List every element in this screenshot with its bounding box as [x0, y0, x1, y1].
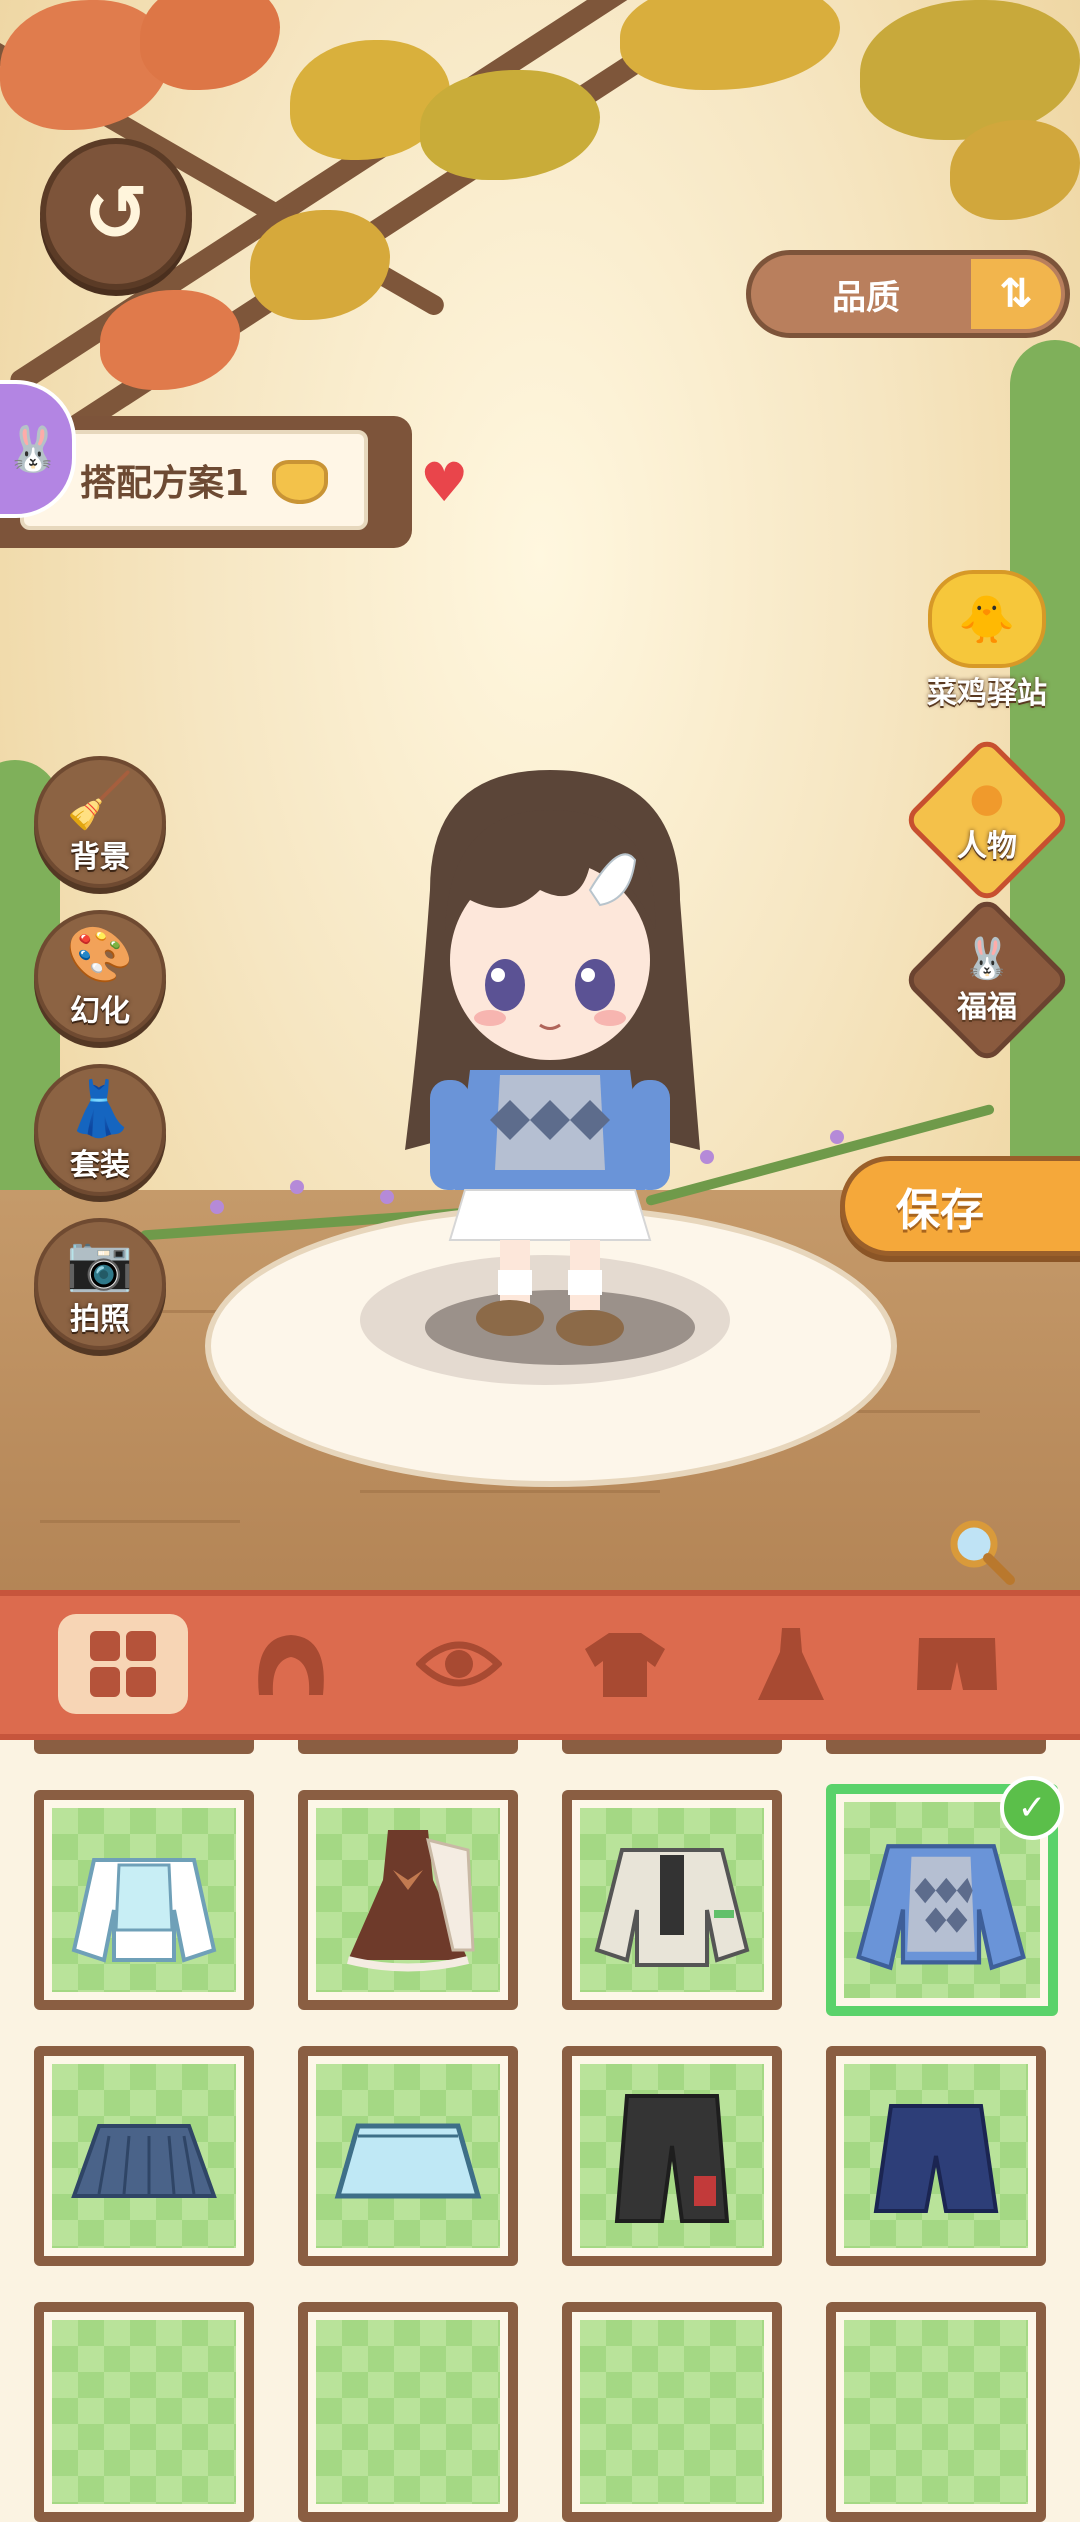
autumn-leaf: [100, 290, 240, 390]
wardrobe-item[interactable]: [562, 1790, 782, 2010]
camera-icon: 📷: [66, 1231, 134, 1294]
player-character[interactable]: [390, 770, 710, 1350]
dress-icon: [758, 1628, 824, 1700]
photo-button[interactable]: 📷 拍照: [34, 1218, 166, 1350]
chick-station-icon: 🐥: [928, 570, 1046, 668]
dress-hanger-icon: 👗: [66, 1077, 134, 1140]
wardrobe-item[interactable]: [562, 2046, 782, 2266]
light-blue-vest-shirt-icon: [71, 1858, 217, 1963]
chick-station-label: 菜鸡驿站: [927, 676, 1047, 711]
category-tab-bar: [0, 1590, 1080, 1740]
outfit-set-label: 套装: [70, 1148, 130, 1183]
photo-label: 拍照: [70, 1302, 130, 1337]
autumn-leaf: [950, 120, 1080, 220]
character-button[interactable]: ● 人物: [902, 735, 1072, 905]
wardrobe-item[interactable]: [298, 1790, 518, 2010]
quality-sort-button[interactable]: 品质 ⇅: [746, 250, 1070, 338]
bunny-icon: 🐰: [962, 935, 1012, 982]
outfit-plan-name: 搭配方案1: [80, 463, 250, 504]
wardrobe-item[interactable]: [34, 1790, 254, 2010]
wardrobe-item[interactable]: [826, 2302, 1046, 2522]
background-label: 背景: [70, 840, 130, 875]
tab-bottoms[interactable]: [892, 1614, 1022, 1714]
autumn-leaf: [140, 0, 280, 90]
autumn-leaf: [420, 70, 600, 180]
navy-shorts-icon: [873, 2104, 999, 2213]
back-button[interactable]: ↺: [40, 138, 192, 290]
tab-dresses[interactable]: [726, 1614, 856, 1714]
heart-icon[interactable]: ♥: [420, 456, 468, 510]
tab-hair[interactable]: [226, 1614, 356, 1714]
tab-eyes[interactable]: [394, 1614, 524, 1714]
eye-icon: [416, 1641, 502, 1687]
grid-icon: [90, 1631, 156, 1697]
tab-tops[interactable]: [560, 1614, 690, 1714]
fufu-label: 福福: [957, 989, 1017, 1025]
wardrobe-item[interactable]: [34, 2302, 254, 2522]
save-label: 保存: [896, 1185, 984, 1236]
brown-bow-dress-icon: [347, 1830, 475, 1972]
wardrobe-item[interactable]: [298, 2046, 518, 2266]
wardrobe-item[interactable]: [826, 2046, 1046, 2266]
selected-check-icon: ✓: [1000, 1776, 1064, 1840]
broom-icon: 🧹: [66, 769, 134, 832]
magnifier-icon[interactable]: [946, 1516, 1016, 1586]
wardrobe-item[interactable]: [562, 2302, 782, 2522]
back-arrow-icon: ↺: [83, 169, 149, 259]
white-utility-jacket-icon: [594, 1848, 750, 1967]
hair-icon: [258, 1635, 324, 1695]
transform-button[interactable]: 🎨 幻化: [34, 910, 166, 1042]
wardrobe-item[interactable]: [34, 2046, 254, 2266]
fufu-button[interactable]: 🐰 福福: [902, 895, 1072, 1065]
black-cargo-shorts-icon: [614, 2094, 730, 2223]
autumn-leaf: [620, 0, 840, 90]
navy-pleated-skirt-icon: [71, 2124, 217, 2198]
wardrobe-item[interactable]: [298, 2302, 518, 2522]
person-icon: ●: [969, 775, 1005, 821]
character-label: 人物: [957, 829, 1017, 864]
shirt-icon: [585, 1633, 665, 1697]
light-blue-skirt-icon: [334, 2123, 482, 2199]
autumn-leaf: [860, 0, 1080, 140]
dropdown-gem-icon: [272, 460, 328, 504]
background-button[interactable]: 🧹 背景: [34, 756, 166, 888]
outfit-set-button[interactable]: 👗 套装: [34, 1064, 166, 1196]
shorts-icon: [917, 1638, 997, 1690]
tab-all[interactable]: [58, 1614, 188, 1714]
palette-icon: 🎨: [66, 923, 134, 986]
sort-icon: ⇅: [971, 259, 1061, 329]
blue-argyle-vest-shirt-icon: [856, 1844, 1026, 1971]
save-button[interactable]: 保存: [840, 1156, 1080, 1256]
autumn-leaf: [250, 210, 390, 320]
quality-label: 品质: [832, 277, 900, 318]
chick-station-button[interactable]: 🐥 菜鸡驿站: [912, 570, 1062, 712]
transform-label: 幻化: [70, 994, 130, 1029]
